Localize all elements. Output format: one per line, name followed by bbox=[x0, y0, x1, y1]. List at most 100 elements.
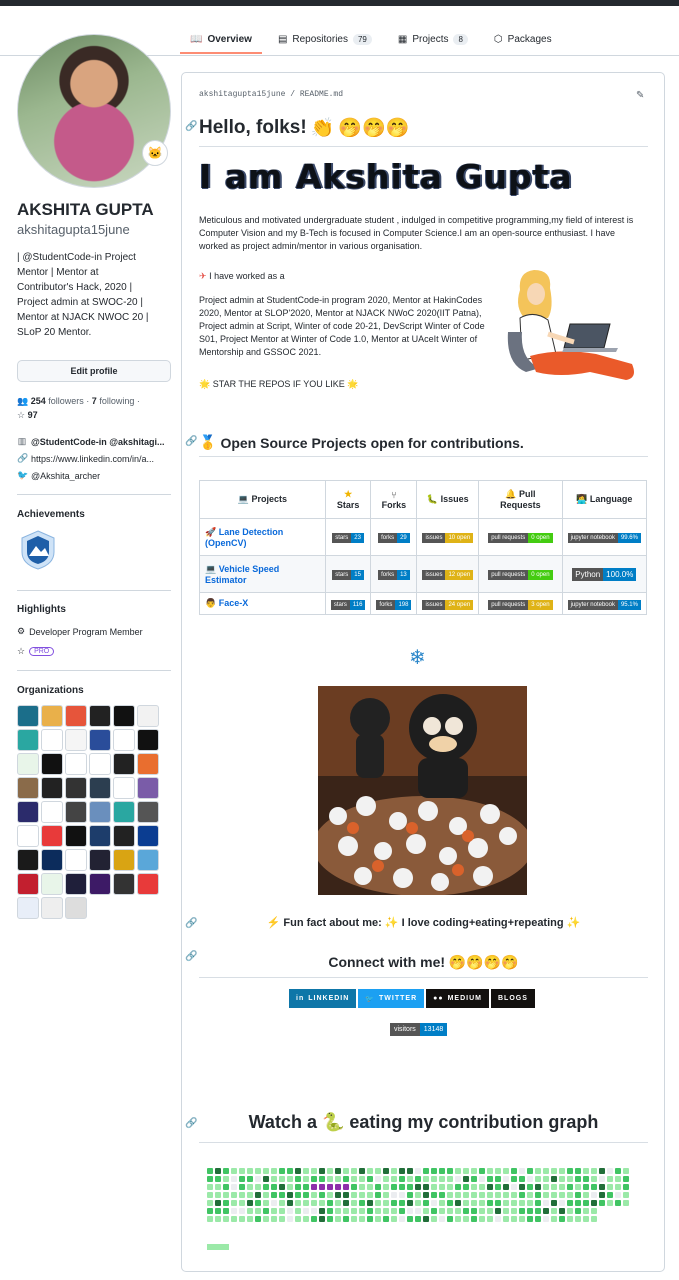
anchor-link-icon[interactable]: 🔗 bbox=[185, 121, 197, 132]
readme-path[interactable]: akshitagupta15june / README.md bbox=[199, 90, 343, 99]
organization-avatar[interactable] bbox=[17, 729, 39, 751]
organization-avatar[interactable] bbox=[137, 801, 159, 823]
tab-overview[interactable]: 📖 Overview bbox=[180, 24, 262, 54]
organization-avatar[interactable] bbox=[89, 801, 111, 823]
organization-avatar[interactable] bbox=[113, 729, 135, 751]
edit-profile-button[interactable]: Edit profile bbox=[17, 360, 171, 382]
contribution-cell bbox=[207, 1208, 213, 1214]
issues-shield[interactable]: issues 10 open bbox=[422, 533, 474, 543]
anchor-link-icon[interactable]: 🔗 bbox=[185, 436, 197, 447]
organization-avatar[interactable] bbox=[137, 729, 159, 751]
organization-avatar[interactable] bbox=[113, 705, 135, 727]
followers-label[interactable]: followers bbox=[48, 396, 84, 406]
organization-avatar[interactable] bbox=[17, 897, 39, 919]
organization-avatar[interactable] bbox=[137, 825, 159, 847]
website-link[interactable]: https://www.linkedin.com/in/a... bbox=[31, 454, 154, 464]
organization-avatar[interactable] bbox=[113, 753, 135, 775]
organization-avatar[interactable] bbox=[17, 777, 39, 799]
tab-packages[interactable]: ⬡ Packages bbox=[484, 24, 562, 54]
twitter-button[interactable]: 🐦 TWITTER bbox=[358, 989, 425, 1008]
organization-avatar[interactable] bbox=[113, 849, 135, 871]
organization-avatar[interactable] bbox=[137, 705, 159, 727]
organization-avatar[interactable] bbox=[41, 801, 63, 823]
stars-count[interactable]: 97 bbox=[28, 410, 38, 420]
organization-avatar[interactable] bbox=[41, 729, 63, 751]
arctic-code-vault-badge-icon[interactable] bbox=[20, 530, 56, 570]
contribution-cell bbox=[207, 1168, 213, 1174]
organization-avatar[interactable] bbox=[65, 873, 87, 895]
organization-avatar[interactable] bbox=[89, 753, 111, 775]
project-link[interactable]: Lane Detection (OpenCV) bbox=[205, 527, 283, 548]
organization-avatar[interactable] bbox=[41, 897, 63, 919]
organization-avatar[interactable] bbox=[41, 873, 63, 895]
organization-avatar[interactable] bbox=[65, 705, 87, 727]
following-label[interactable]: following bbox=[99, 396, 134, 406]
prs-shield[interactable]: pull requests 0 open bbox=[488, 570, 553, 580]
organization-avatar[interactable] bbox=[89, 777, 111, 799]
organization-avatar[interactable] bbox=[113, 801, 135, 823]
organization-avatar[interactable] bbox=[17, 753, 39, 775]
organization-avatar[interactable] bbox=[17, 825, 39, 847]
tab-counter: 8 bbox=[453, 33, 468, 45]
organization-avatar[interactable] bbox=[113, 825, 135, 847]
language-shield[interactable]: jupyter notebook 99.6% bbox=[567, 533, 641, 543]
organization-avatar[interactable] bbox=[89, 825, 111, 847]
organization-avatar[interactable] bbox=[89, 729, 111, 751]
avatar[interactable] bbox=[17, 34, 171, 188]
organization-avatar[interactable] bbox=[41, 705, 63, 727]
organization-avatar[interactable] bbox=[17, 849, 39, 871]
issues-shield[interactable]: issues 24 open bbox=[422, 599, 474, 610]
organization-avatar[interactable] bbox=[17, 873, 39, 895]
organization-avatar[interactable] bbox=[41, 777, 63, 799]
stars-shield[interactable]: stars 23 bbox=[332, 533, 364, 543]
blogs-button[interactable]: BLOGS bbox=[490, 989, 535, 1008]
organization-avatar[interactable] bbox=[137, 873, 159, 895]
forks-shield[interactable]: forks 13 bbox=[378, 570, 410, 580]
edit-pencil-icon[interactable]: ✎ bbox=[636, 90, 644, 101]
prs-shield[interactable]: pull requests 0 open bbox=[488, 533, 553, 543]
organization-avatar[interactable] bbox=[113, 873, 135, 895]
issues-shield[interactable]: issues 12 open bbox=[422, 570, 474, 580]
project-link[interactable]: Face-X bbox=[219, 598, 249, 608]
organization-avatar[interactable] bbox=[65, 825, 87, 847]
organization-avatar[interactable] bbox=[41, 753, 63, 775]
tab-repositories[interactable]: ▤ Repositories 79 bbox=[268, 24, 382, 54]
tab-projects[interactable]: ▦ Projects 8 bbox=[388, 24, 478, 54]
anchor-link-icon[interactable]: 🔗 bbox=[185, 918, 197, 929]
language-shield[interactable]: Python 100.0% bbox=[572, 567, 637, 581]
organization-avatar[interactable] bbox=[65, 777, 87, 799]
organization-avatar[interactable] bbox=[89, 705, 111, 727]
followers-count[interactable]: 254 bbox=[31, 396, 46, 406]
organization-avatar[interactable] bbox=[65, 849, 87, 871]
stars-shield[interactable]: stars 15 bbox=[332, 570, 364, 580]
organization-avatar[interactable] bbox=[113, 777, 135, 799]
organization-avatar[interactable] bbox=[65, 897, 87, 919]
anchor-link-icon[interactable]: 🔗 bbox=[185, 1118, 197, 1129]
anchor-link-icon[interactable]: 🔗 bbox=[185, 951, 197, 962]
organization-avatar[interactable] bbox=[137, 753, 159, 775]
language-shield[interactable]: jupyter notebook 95.1% bbox=[567, 599, 641, 610]
company-text[interactable]: @StudentCode-in @akshitagi... bbox=[31, 437, 165, 447]
organization-avatar[interactable] bbox=[65, 753, 87, 775]
organization-avatar[interactable] bbox=[17, 801, 39, 823]
organization-avatar[interactable] bbox=[89, 873, 111, 895]
medium-button[interactable]: ●● MEDIUM bbox=[426, 989, 489, 1008]
organization-avatar[interactable] bbox=[137, 777, 159, 799]
organization-avatar[interactable] bbox=[65, 729, 87, 751]
organization-avatar[interactable] bbox=[65, 801, 87, 823]
linkedin-button[interactable]: in LINKEDIN bbox=[289, 989, 357, 1008]
contribution-cell bbox=[551, 1208, 557, 1214]
following-count[interactable]: 7 bbox=[92, 396, 97, 406]
organization-avatar[interactable] bbox=[41, 849, 63, 871]
organization-avatar[interactable] bbox=[137, 849, 159, 871]
project-link[interactable]: Vehicle Speed Estimator bbox=[205, 564, 279, 585]
organization-avatar[interactable] bbox=[41, 825, 63, 847]
forks-shield[interactable]: forks 198 bbox=[376, 599, 412, 610]
stars-shield[interactable]: stars 116 bbox=[330, 599, 366, 610]
prs-shield[interactable]: pull requests 3 open bbox=[488, 599, 553, 610]
status-emoji-icon[interactable]: 🐱 bbox=[142, 140, 168, 166]
forks-shield[interactable]: forks 29 bbox=[378, 533, 410, 543]
twitter-handle[interactable]: @Akshita_archer bbox=[31, 471, 100, 481]
organization-avatar[interactable] bbox=[89, 849, 111, 871]
organization-avatar[interactable] bbox=[17, 705, 39, 727]
